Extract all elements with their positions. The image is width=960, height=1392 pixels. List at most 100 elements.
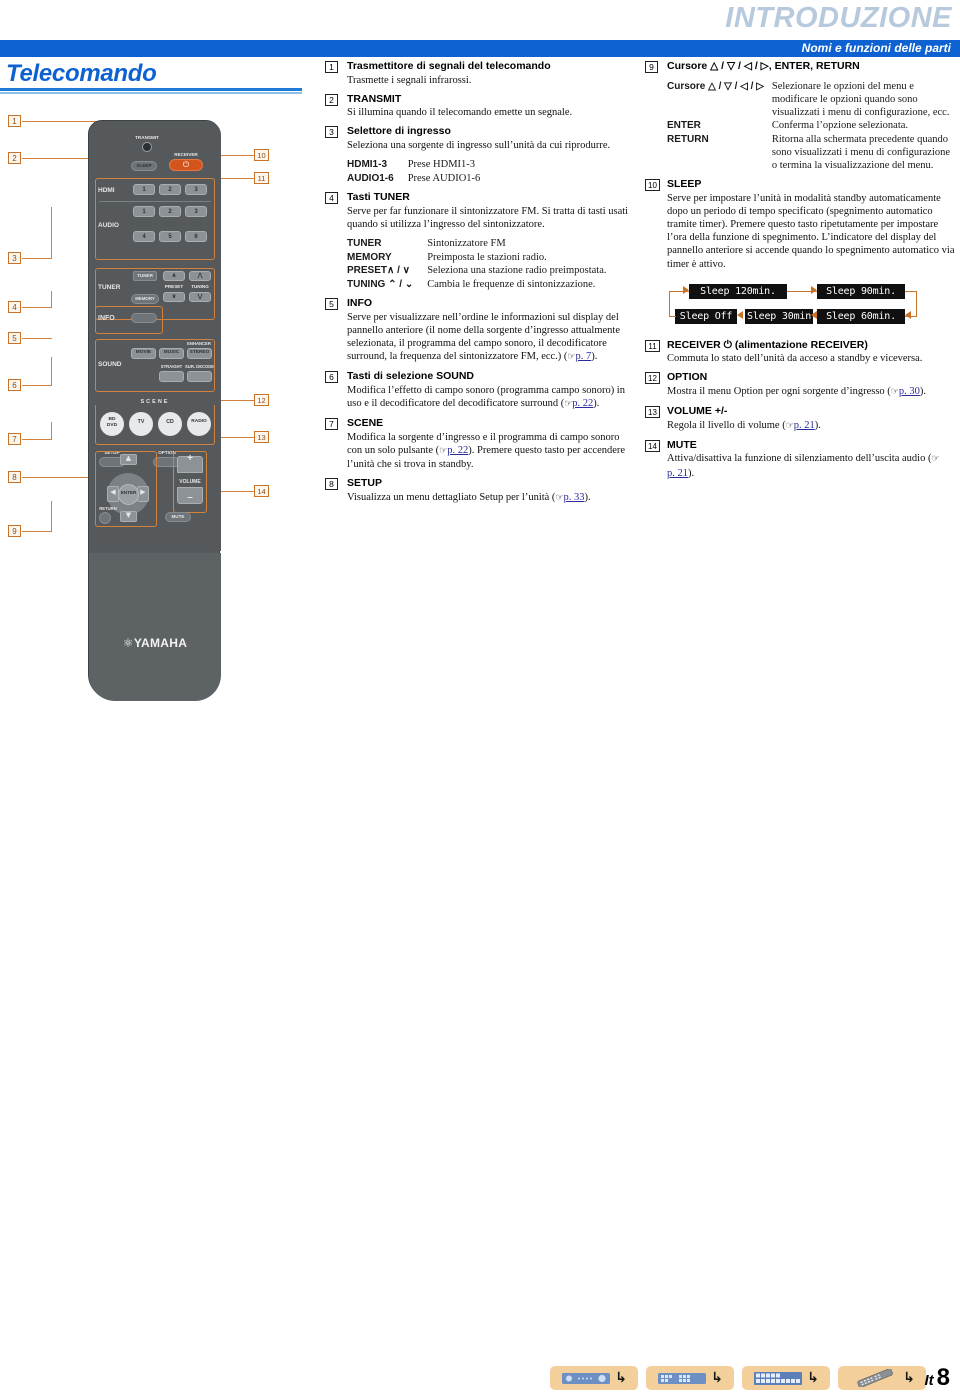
- straight-label: STRAIGHT: [160, 364, 183, 369]
- callout-5: 5: [8, 332, 21, 344]
- arrow-into-off: [737, 311, 743, 320]
- table-row: RETURN Ritorna alla schermata precedente…: [667, 133, 955, 173]
- entry-12-pageref[interactable]: p. 30: [899, 386, 920, 397]
- callout-3: 3: [8, 252, 21, 264]
- transmit-label: TRANSMIT: [135, 135, 159, 140]
- table-row: PRESET∧ / ∨ Seleziona una stazione radio…: [347, 264, 607, 278]
- callout-11: 11: [254, 172, 269, 184]
- nav-arrow-icon: ↳: [807, 1370, 819, 1386]
- nav-arrow-icon: ↳: [615, 1370, 627, 1386]
- entry-8-pageref[interactable]: p. 33: [564, 492, 585, 503]
- sur-decode-button[interactable]: [187, 371, 212, 382]
- entry-12-body: Mostra il menu Option per ogni sorgente …: [667, 385, 955, 399]
- entry-8-number: 8: [325, 478, 338, 491]
- leader-line-9-v: [51, 501, 53, 532]
- entry-2-body: Si illumina quando il telecomando emette…: [347, 107, 573, 119]
- entry-13-pageref[interactable]: p. 21: [794, 420, 815, 431]
- entry-4: 4 Tasti TUNER Serve per far funzionare i…: [325, 191, 630, 291]
- tuning-up-icon: ⋀: [197, 272, 203, 279]
- entry-13-tail: ).: [814, 419, 821, 431]
- sleep-connector-left-b: [669, 315, 676, 318]
- entry-7-body: Modifica la sorgente d’ingresso e il pro…: [347, 431, 630, 472]
- callout-1: 1: [8, 115, 21, 127]
- entry-8-body: Visualizza un menu dettagliato Setup per…: [347, 491, 630, 505]
- table-row: TUNER Sintonizzatore FM: [347, 237, 607, 251]
- sur-decode-label: SUR. DECODE: [185, 364, 215, 369]
- nav-remote-control[interactable]: ↳: [838, 1366, 926, 1390]
- sleep-connector-right-v: [916, 290, 918, 317]
- table-row: ENTER Conferma l’opzione selezionata.: [667, 119, 955, 133]
- entry-7: 7 SCENE Modifica la sorgente d’ingresso …: [325, 417, 630, 471]
- entry-13-heading: VOLUME +/-: [667, 405, 728, 418]
- nav-receiver-rear-panel[interactable]: ↳: [646, 1366, 734, 1390]
- leader-line-5: [22, 338, 52, 340]
- entry-14-pageref[interactable]: p. 21: [667, 468, 688, 479]
- hdmi-label: HDMI: [98, 187, 115, 194]
- enhancer-label: ENHANCER: [187, 341, 211, 346]
- entry-3-key-1: HDMI1-3: [347, 159, 388, 171]
- callout-9: 9: [8, 525, 21, 537]
- arrow-into-120: [683, 286, 689, 295]
- return-button[interactable]: [99, 512, 111, 524]
- callout-8: 8: [8, 471, 21, 483]
- entry-9-val-1: Selezionare le opzioni del menu e modifi…: [771, 80, 950, 118]
- enter-button-label: ENTER: [120, 490, 137, 495]
- nav-receiver-front-panel[interactable]: ↳: [550, 1366, 638, 1390]
- entry-9-val-3: Ritorna alla schermata precedente quando…: [771, 133, 951, 171]
- entry-4-body: Serve per far funzionare il sintonizzato…: [347, 205, 629, 230]
- tuner-section-label: TUNER: [98, 284, 121, 291]
- entry-3-table: HDMI1-3 Prese HDMI1-3 AUDIO1-6 Prese AUD…: [347, 158, 630, 185]
- arrow-into-60: [905, 311, 911, 320]
- entry-5-heading: INFO: [347, 297, 373, 310]
- entry-7-pageref[interactable]: p. 22: [447, 445, 468, 456]
- audio-button-1-label: 1: [142, 209, 146, 215]
- entry-8-heading: SETUP: [347, 477, 383, 490]
- entry-14-heading: MUTE: [667, 438, 697, 451]
- page-ref-icon: ☞: [555, 492, 564, 503]
- entry-6: 6 Tasti di selezione SOUND Modifica l’ef…: [325, 370, 630, 411]
- entry-9-key-3: RETURN: [667, 133, 709, 145]
- nav-front-display[interactable]: ↳: [742, 1366, 830, 1390]
- audio-button-4-label: 4: [142, 234, 146, 240]
- sleep-state-off: Sleep Off: [675, 308, 737, 324]
- entry-7-number: 7: [325, 418, 338, 431]
- entry-9-key-1: Cursore △ / ▽ / ◁ / ▷: [667, 80, 764, 92]
- receiver-label: RECEIVER: [174, 152, 198, 157]
- sleep-state-120: Sleep 120min.: [689, 283, 787, 299]
- hdmi-button-1-label: 1: [142, 187, 146, 193]
- entry-12-tail: ).: [919, 385, 926, 397]
- sleep-state-30: Sleep 30min.: [745, 308, 817, 324]
- entry-12-number: 12: [645, 372, 660, 385]
- audio-label: AUDIO: [98, 222, 119, 229]
- cursor-down-icon: ▼: [125, 511, 132, 519]
- section-subtitle: Nomi e funzioni delle parti: [801, 41, 951, 55]
- entry-5: 5 INFO Serve per visualizzare nell’ordin…: [325, 297, 630, 364]
- table-row: HDMI1-3 Prese HDMI1-3: [347, 158, 480, 172]
- info-button[interactable]: [131, 313, 157, 323]
- middle-text-column: 1 Trasmettitore di segnali del telecoman…: [325, 60, 630, 506]
- preset-down-icon: ∨: [171, 293, 177, 300]
- leader-line-3-v: [51, 207, 53, 259]
- callout-14: 14: [254, 485, 269, 497]
- entry-12-text: Mostra il menu Option per ogni sorgente …: [667, 385, 891, 397]
- entry-6-pageref[interactable]: p. 22: [572, 398, 593, 409]
- volume-minus-label: –: [187, 492, 193, 503]
- entry-13: 13 VOLUME +/- Regola il livello di volum…: [645, 405, 955, 433]
- volume-plus-label: +: [187, 453, 193, 464]
- audio-button-6-label: 6: [194, 234, 198, 240]
- leader-line-4-v: [51, 291, 53, 308]
- page-number-block: It 8: [924, 1364, 950, 1392]
- callout-13: 13: [254, 431, 269, 443]
- straight-button[interactable]: [159, 371, 184, 382]
- stereo-button-label: STEREO: [189, 350, 210, 355]
- entry-2-heading: TRANSMIT: [347, 92, 402, 105]
- table-row: MEMORY Preimposta le stazioni radio.: [347, 251, 607, 265]
- entry-1-number: 1: [325, 61, 338, 73]
- entry-4-val-2: Preimposta le stazioni radio.: [427, 251, 547, 263]
- entry-9-heading: Cursore △ / ▽ / ◁ / ▷, ENTER, RETURN: [667, 60, 860, 72]
- entry-6-number: 6: [325, 371, 338, 384]
- entry-5-pageref[interactable]: p. 7: [576, 351, 592, 362]
- scene-radio-label: RADIO: [191, 419, 207, 424]
- remote-control-illustration: 1 2 3 4 5 6 7 8 9 10 11 12 13 14 TRANSMI…: [0, 95, 320, 701]
- entry-4-number: 4: [325, 192, 338, 205]
